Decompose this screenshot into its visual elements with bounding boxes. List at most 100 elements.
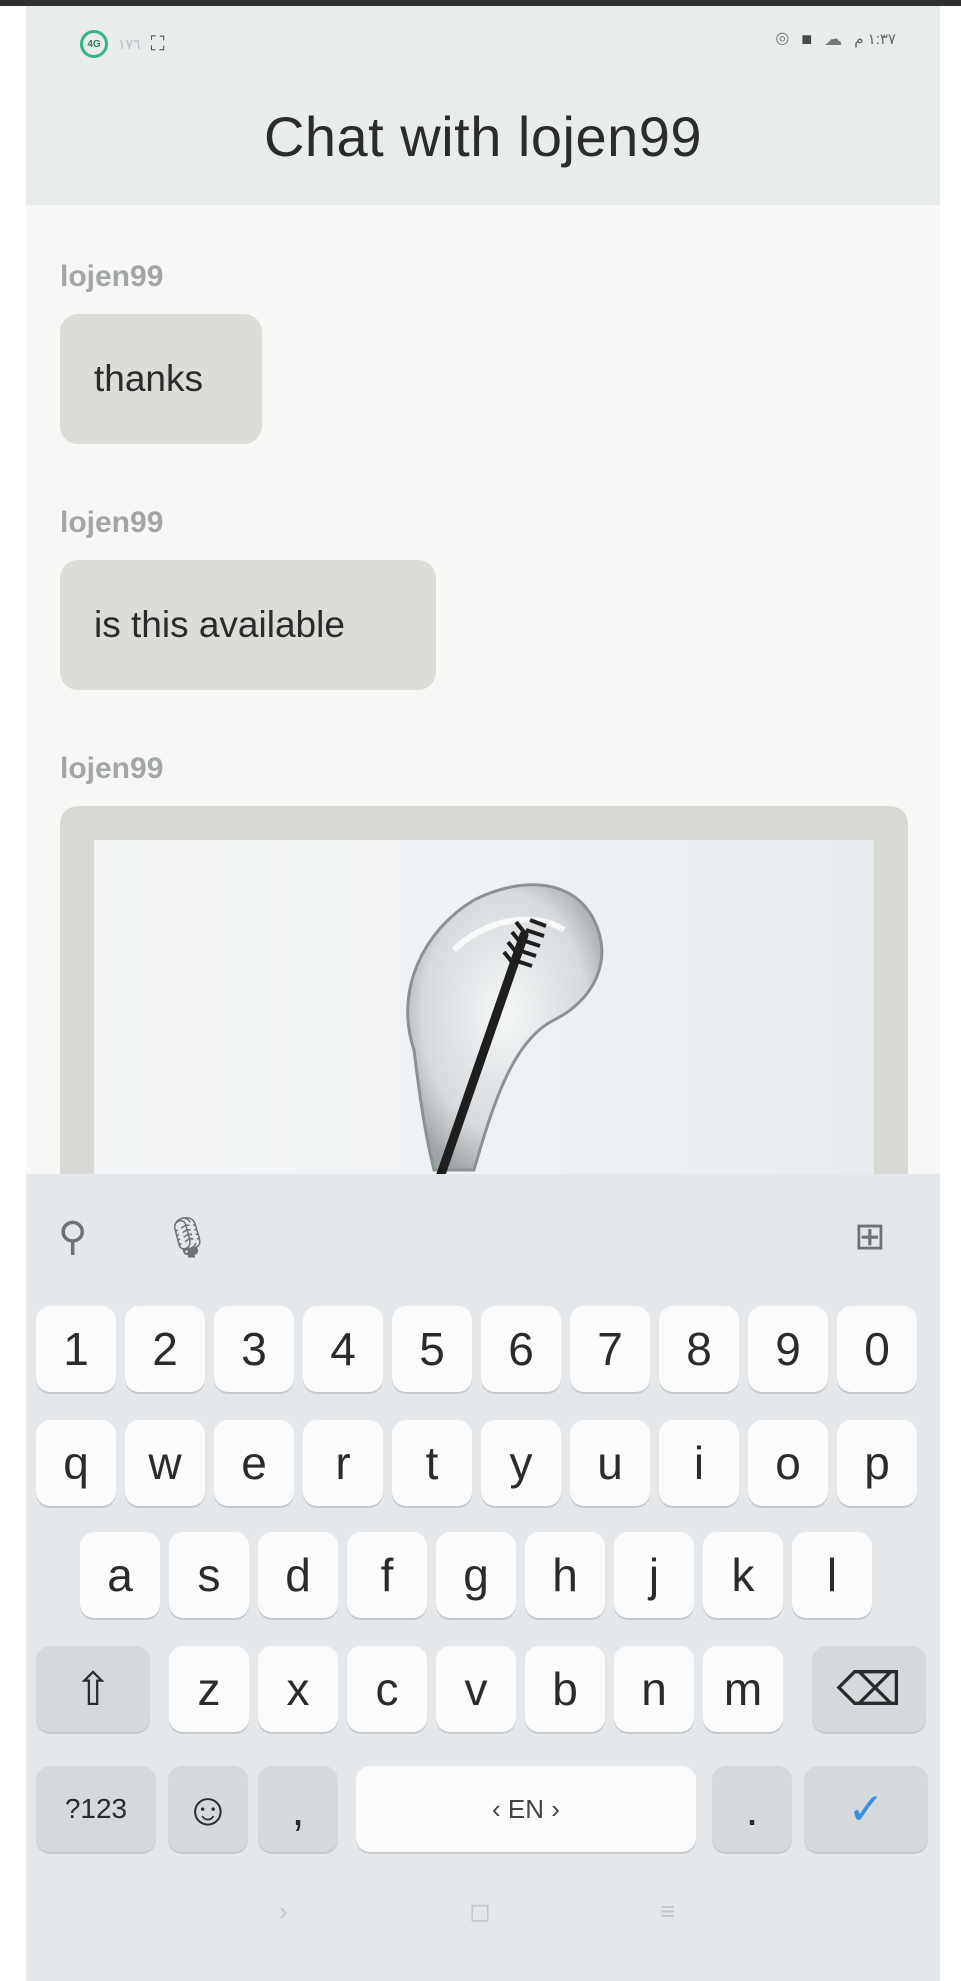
recents-icon[interactable]: ≡ xyxy=(660,1896,675,1927)
message-image[interactable] xyxy=(94,840,874,1220)
mic-icon[interactable]: 🎙 xyxy=(162,1214,213,1261)
message-text: thanks xyxy=(94,358,204,399)
key-label: y xyxy=(509,1437,533,1489)
grid-icon[interactable]: ⊞ xyxy=(854,1214,886,1259)
navigation-bar: › ◻ ≡ xyxy=(26,1896,940,1981)
key-7[interactable]: 7 xyxy=(570,1306,650,1392)
key-label: i xyxy=(693,1437,705,1489)
key-label: l xyxy=(826,1549,838,1601)
cloud-icon: ☁ xyxy=(824,29,843,49)
key-label: ?123 xyxy=(64,1793,128,1824)
image-message[interactable] xyxy=(60,806,908,1220)
key-p[interactable]: p xyxy=(837,1420,917,1506)
gel-swatch xyxy=(406,883,604,1172)
shift-key[interactable]: ⇧ xyxy=(36,1646,150,1732)
key-label: r xyxy=(335,1437,351,1489)
key-label: ‹ EN › xyxy=(492,1793,560,1824)
key-w[interactable]: w xyxy=(125,1420,205,1506)
emoji-key[interactable]: ☺ xyxy=(168,1766,248,1852)
period-key[interactable]: . xyxy=(712,1766,792,1852)
chat-header: 4G ١٧٦ ⛶ ◎ ■ ☁ ١:٣٧ م Chat with lojen99 xyxy=(26,6,940,205)
key-n[interactable]: n xyxy=(614,1646,694,1732)
message-author: lojen99 xyxy=(60,752,164,785)
key-d[interactable]: d xyxy=(258,1532,338,1618)
key-s[interactable]: s xyxy=(169,1532,249,1618)
key-8[interactable]: 8 xyxy=(659,1306,739,1392)
key-label: z xyxy=(197,1663,221,1715)
backspace-key[interactable]: ⌫ xyxy=(812,1646,926,1732)
key-label: . xyxy=(745,1783,759,1835)
key-h[interactable]: h xyxy=(525,1532,605,1618)
shift-icon: ⇧ xyxy=(73,1663,113,1715)
key-label: q xyxy=(63,1437,89,1489)
key-label: t xyxy=(425,1437,439,1489)
network-badge-icon: 4G xyxy=(80,30,108,58)
video-icon: ■ xyxy=(801,29,813,49)
key-3[interactable]: 3 xyxy=(214,1306,294,1392)
symbols-key[interactable]: ?123 xyxy=(36,1766,156,1852)
key-label: w xyxy=(148,1437,182,1489)
message-author: lojen99 xyxy=(60,260,164,293)
key-0[interactable]: 0 xyxy=(837,1306,917,1392)
key-i[interactable]: i xyxy=(659,1420,739,1506)
key-1[interactable]: 1 xyxy=(36,1306,116,1392)
back-icon[interactable]: › xyxy=(279,1896,288,1927)
key-u[interactable]: u xyxy=(570,1420,650,1506)
key-c[interactable]: c xyxy=(347,1646,427,1732)
comma-key[interactable]: , xyxy=(258,1766,338,1852)
key-a[interactable]: a xyxy=(80,1532,160,1618)
key-r[interactable]: r xyxy=(303,1420,383,1506)
key-6[interactable]: 6 xyxy=(481,1306,561,1392)
on-screen-keyboard: ⚲ 🎙 ⊞ 1 2 3 4 5 6 7 8 9 0 q w e r t y u … xyxy=(26,1174,940,1981)
key-5[interactable]: 5 xyxy=(392,1306,472,1392)
key-2[interactable]: 2 xyxy=(125,1306,205,1392)
message-text: is this available xyxy=(94,604,345,645)
key-label: j xyxy=(648,1549,660,1601)
search-icon[interactable]: ⚲ xyxy=(58,1214,87,1260)
page-title: Chat with lojen99 xyxy=(263,105,703,168)
key-f[interactable]: f xyxy=(347,1532,427,1618)
key-label: c xyxy=(375,1663,399,1715)
key-x[interactable]: x xyxy=(258,1646,338,1732)
key-label: k xyxy=(731,1549,755,1601)
status-right: ◎ ■ ☁ ١:٣٧ م xyxy=(775,30,896,48)
key-label: n xyxy=(641,1663,667,1715)
key-4[interactable]: 4 xyxy=(303,1306,383,1392)
key-label: x xyxy=(286,1663,310,1715)
backspace-icon: ⌫ xyxy=(836,1663,902,1715)
home-icon[interactable]: ◻ xyxy=(469,1896,491,1927)
key-label: s xyxy=(197,1549,221,1601)
key-m[interactable]: m xyxy=(703,1646,783,1732)
key-label: o xyxy=(775,1437,801,1489)
key-l[interactable]: l xyxy=(792,1532,872,1618)
message-author: lojen99 xyxy=(60,506,164,539)
message-bubble[interactable]: is this available xyxy=(60,560,436,690)
key-label: f xyxy=(380,1549,394,1601)
key-9[interactable]: 9 xyxy=(748,1306,828,1392)
key-j[interactable]: j xyxy=(614,1532,694,1618)
key-label: u xyxy=(597,1437,623,1489)
key-e[interactable]: e xyxy=(214,1420,294,1506)
gel-brush-illustration xyxy=(406,883,604,1185)
emoji-icon: ☺ xyxy=(184,1783,232,1835)
phone-screen: 4G ١٧٦ ⛶ ◎ ■ ☁ ١:٣٧ م Chat with lojen99 … xyxy=(26,6,940,1981)
key-o[interactable]: o xyxy=(748,1420,828,1506)
enter-key[interactable]: ✓ xyxy=(804,1766,928,1852)
key-label: v xyxy=(464,1663,488,1715)
message-bubble[interactable]: thanks xyxy=(60,314,262,444)
spacebar[interactable]: ‹ EN › xyxy=(356,1766,696,1852)
key-label: a xyxy=(107,1549,133,1601)
key-b[interactable]: b xyxy=(525,1646,605,1732)
key-y[interactable]: y xyxy=(481,1420,561,1506)
key-label: m xyxy=(723,1663,763,1715)
key-t[interactable]: t xyxy=(392,1420,472,1506)
network-badge-label: 4G xyxy=(87,38,101,50)
alarm-icon: ◎ xyxy=(775,30,790,47)
key-g[interactable]: g xyxy=(436,1532,516,1618)
key-label: p xyxy=(864,1437,890,1489)
key-label: b xyxy=(552,1663,578,1715)
key-q[interactable]: q xyxy=(36,1420,116,1506)
key-k[interactable]: k xyxy=(703,1532,783,1618)
key-z[interactable]: z xyxy=(169,1646,249,1732)
key-v[interactable]: v xyxy=(436,1646,516,1732)
